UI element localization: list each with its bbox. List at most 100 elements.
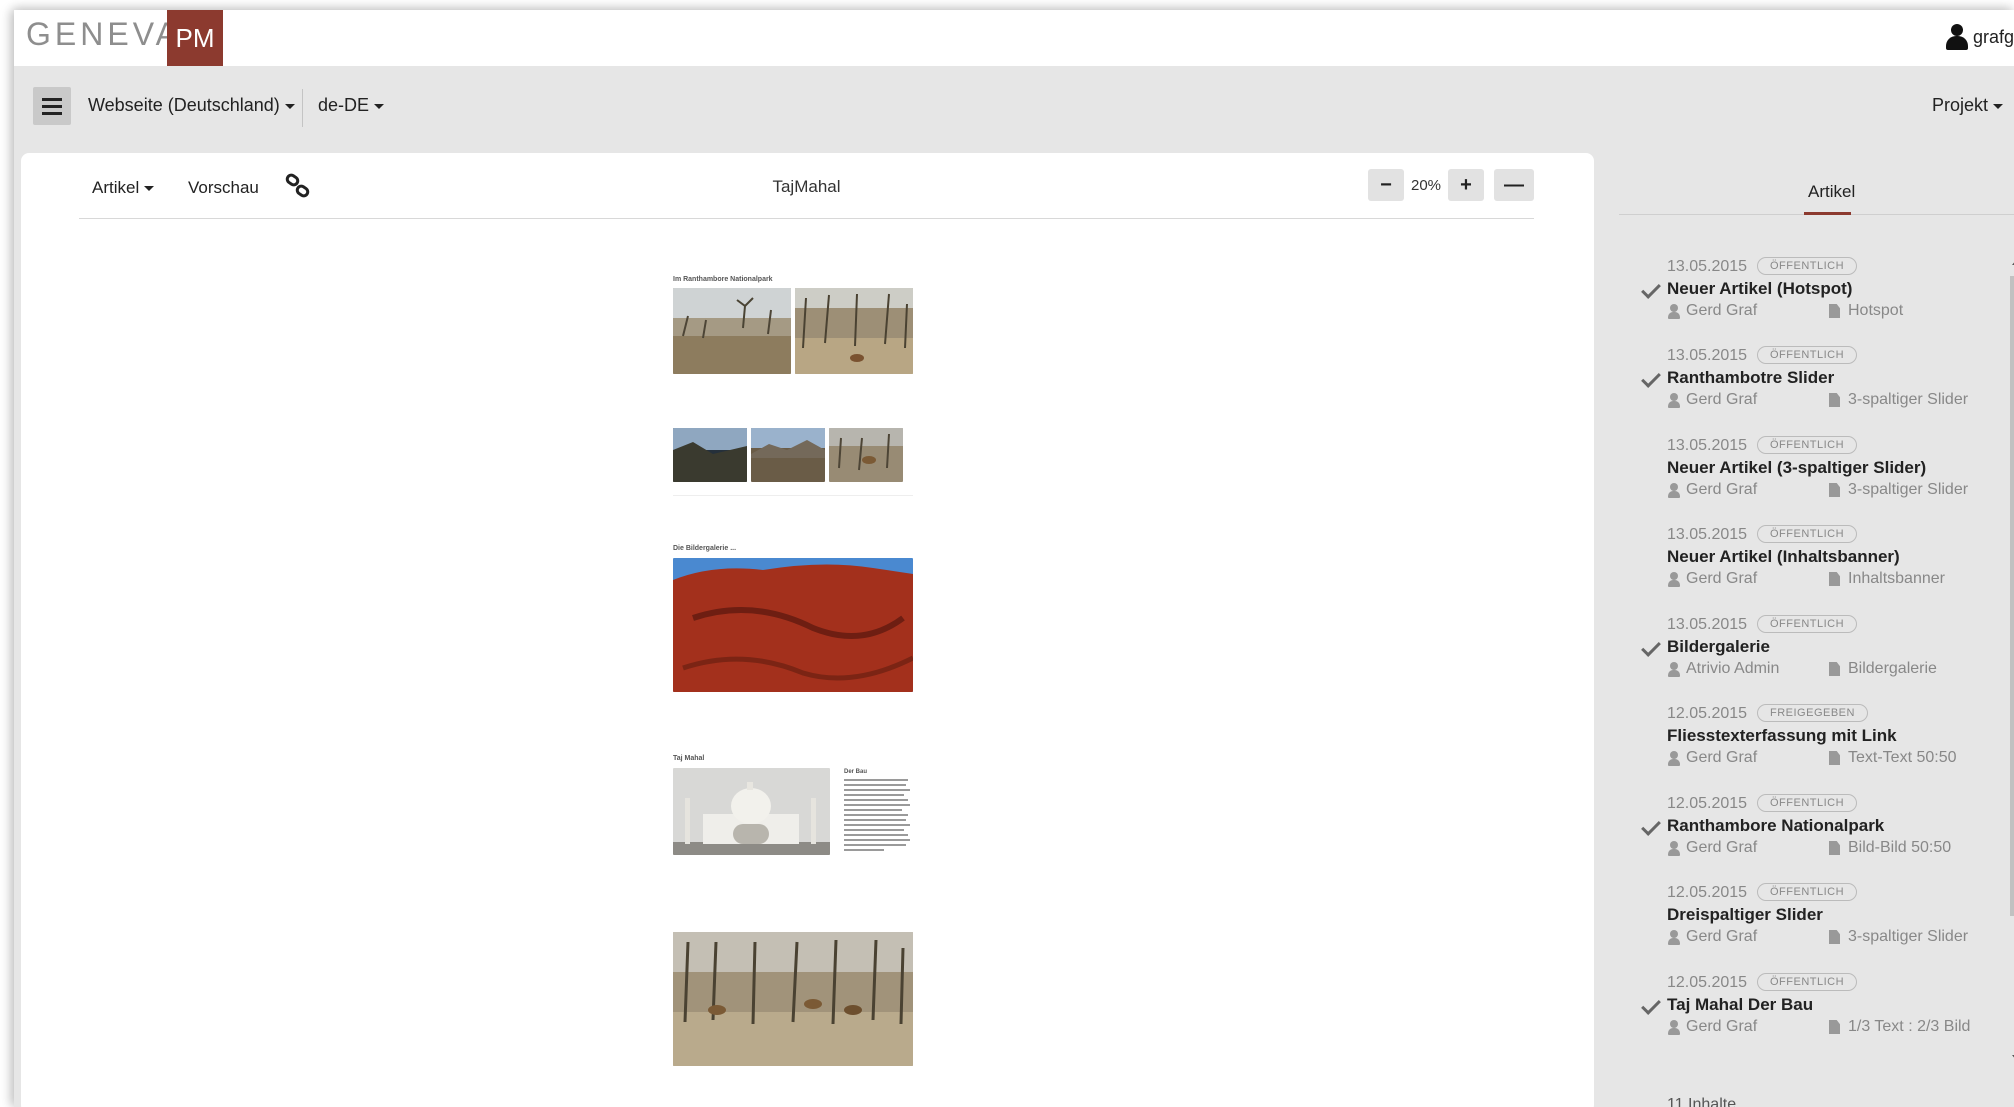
locale-select[interactable]: de-DE (318, 95, 385, 116)
list-item[interactable]: 13.05.2015 ÖFFENTLICH Neuer Artikel (3-s… (1594, 430, 1994, 520)
item-date: 13.05.2015 (1667, 616, 1748, 633)
preview-section-title: Die Bildergalerie ... (673, 545, 737, 552)
caret-down-icon (1993, 103, 2004, 109)
author-label: Gerd Graf (1686, 749, 1758, 766)
author-label: Atrivio Admin (1686, 660, 1780, 677)
preview-image[interactable] (673, 288, 791, 374)
status-badge: ÖFFENTLICH (1757, 525, 1858, 543)
type-label: Text-Text 50:50 (1848, 749, 1957, 766)
sidebar-scrollbar[interactable] (2008, 254, 2014, 1066)
user-icon (1667, 1019, 1681, 1035)
file-icon (1829, 483, 1840, 497)
preview-image[interactable] (829, 428, 903, 482)
item-name: Neuer Artikel (Hotspot) (1667, 279, 1853, 298)
preview-image[interactable] (795, 288, 913, 374)
preview-section-title: Taj Mahal (673, 755, 705, 762)
locale-select-label: de-DE (318, 95, 370, 115)
project-menu[interactable]: Projekt (1932, 95, 2004, 116)
editor-panel: Artikel Vorschau TajMahal − 20% + — Im R… (21, 153, 1594, 1107)
hamburger-menu-button[interactable] (33, 87, 71, 125)
caret-down-icon (284, 103, 295, 109)
item-author: Gerd Graf (1667, 391, 1757, 409)
item-name: Ranthambore Nationalpark (1667, 816, 1885, 835)
article-sidebar: Artikel 13.05.2015 ÖFFENTLICH Neuer Arti… (1594, 140, 2014, 1107)
list-item[interactable]: 12.05.2015 ÖFFENTLICH Dreispaltiger Slid… (1594, 877, 1994, 967)
preview-section-title: Im Ranthambore Nationalpark (673, 276, 773, 283)
author-label: Gerd Graf (1686, 391, 1758, 408)
scrollbar-thumb[interactable] (2010, 276, 2014, 916)
user-icon (1945, 24, 1969, 50)
status-badge: ÖFFENTLICH (1757, 257, 1858, 275)
article-list: 13.05.2015 ÖFFENTLICH Neuer Artikel (Hot… (1594, 230, 1994, 1050)
check-icon (1641, 816, 1661, 836)
list-item[interactable]: 12.05.2015 FREIGEGEBEN Fliesstexterfassu… (1594, 698, 1994, 788)
item-type: 3-spaltiger Slider (1829, 391, 1968, 409)
file-icon (1829, 662, 1840, 676)
author-label: Gerd Graf (1686, 570, 1758, 587)
site-select[interactable]: Webseite (Deutschland) (88, 95, 295, 116)
tab-active-indicator (1804, 212, 1851, 215)
zoom-controls: − 20% + — (1368, 169, 1534, 201)
item-date: 12.05.2015 (1667, 795, 1748, 812)
item-type: Bild-Bild 50:50 (1829, 839, 1951, 857)
list-item[interactable]: 12.05.2015 ÖFFENTLICH Ranthambore Nation… (1594, 788, 1994, 878)
preview-subtitle: Der Bau (844, 769, 868, 775)
item-name: Neuer Artikel (3-spaltiger Slider) (1667, 458, 1927, 477)
tab-artikel[interactable]: Artikel (1808, 182, 1855, 202)
file-icon (1829, 572, 1840, 586)
item-type: 3-spaltiger Slider (1829, 481, 1968, 499)
zoom-in-button[interactable]: + (1448, 169, 1484, 201)
item-date: 13.05.2015 (1667, 437, 1748, 454)
user-icon (1667, 840, 1681, 856)
list-item[interactable]: 13.05.2015 ÖFFENTLICH Neuer Artikel (Inh… (1594, 519, 1994, 609)
type-label: Bildergalerie (1848, 660, 1937, 677)
list-item[interactable]: 13.05.2015 ÖFFENTLICH Neuer Artikel (Hot… (1594, 251, 1994, 341)
user-icon (1667, 482, 1681, 498)
author-label: Gerd Graf (1686, 839, 1758, 856)
preview-divider (673, 495, 913, 496)
article-title: TajMahal (772, 177, 841, 196)
preview-image[interactable] (673, 428, 747, 482)
list-item[interactable]: 12.05.2015 ÖFFENTLICH Taj Mahal Der Bau … (1594, 967, 1994, 1057)
preview-image[interactable] (673, 768, 830, 855)
item-author: Gerd Graf (1667, 1018, 1757, 1036)
item-date: 13.05.2015 (1667, 347, 1748, 364)
type-label: 1/3 Text : 2/3 Bild (1848, 1018, 1971, 1035)
item-author: Gerd Graf (1667, 481, 1757, 499)
list-item[interactable]: 13.05.2015 ÖFFENTLICH Ranthambotre Slide… (1594, 340, 1994, 430)
status-badge: ÖFFENTLICH (1757, 436, 1858, 454)
preview-image[interactable] (751, 428, 825, 482)
zoom-out-button[interactable]: − (1368, 169, 1404, 201)
editor-toolbar: Artikel Vorschau TajMahal − 20% + — (79, 153, 1534, 219)
item-name: Bildergalerie (1667, 637, 1770, 656)
file-icon (1829, 393, 1840, 407)
caret-down-icon (374, 103, 385, 109)
user-name: grafg (1972, 26, 2014, 47)
preview-image[interactable] (673, 558, 913, 692)
item-author: Gerd Graf (1667, 928, 1757, 946)
type-label: Hotspot (1848, 302, 1904, 319)
project-menu-label: Projekt (1932, 95, 1989, 115)
user-menu[interactable]: grafg (1945, 24, 2014, 50)
user-icon (1667, 750, 1681, 766)
preview-text-block (844, 779, 910, 854)
nav-bar: Webseite (Deutschland) de-DE Projekt (14, 66, 2014, 140)
author-label: Gerd Graf (1686, 302, 1758, 319)
item-author: Gerd Graf (1667, 839, 1757, 857)
type-label: 3-spaltiger Slider (1848, 928, 1969, 945)
type-label: Bild-Bild 50:50 (1848, 839, 1952, 856)
list-item[interactable]: 13.05.2015 ÖFFENTLICH Bildergalerie Atri… (1594, 609, 1994, 699)
item-author: Gerd Graf (1667, 570, 1757, 588)
file-icon (1829, 930, 1840, 944)
status-badge: ÖFFENTLICH (1757, 615, 1858, 633)
status-badge: ÖFFENTLICH (1757, 883, 1858, 901)
item-date: 12.05.2015 (1667, 884, 1748, 901)
collapse-button[interactable]: — (1494, 169, 1534, 201)
preview-image[interactable] (673, 932, 913, 1066)
status-badge: ÖFFENTLICH (1757, 346, 1858, 364)
item-name: Taj Mahal Der Bau (1667, 995, 1814, 1014)
check-icon (1641, 279, 1661, 299)
item-name: Neuer Artikel (Inhaltsbanner) (1667, 547, 1900, 566)
status-badge: FREIGEGEBEN (1757, 704, 1868, 722)
author-label: Gerd Graf (1686, 481, 1758, 498)
